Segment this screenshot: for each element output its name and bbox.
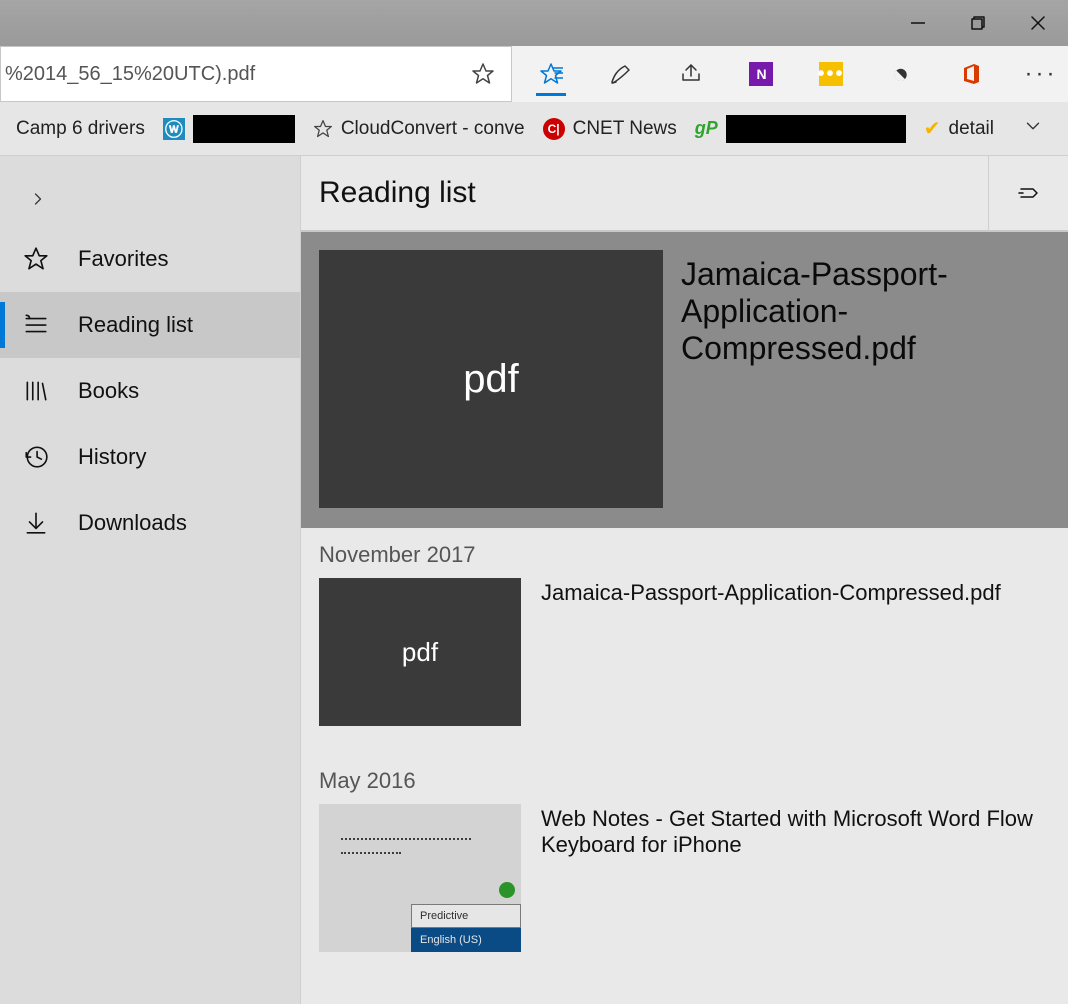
- gp-icon: gP: [695, 118, 718, 139]
- thumb-preview-text: English (US): [411, 928, 521, 952]
- hub-button[interactable]: [530, 46, 572, 102]
- star-icon: [22, 246, 50, 272]
- history-icon: [22, 444, 50, 470]
- share-button[interactable]: [670, 46, 712, 102]
- nav-label: Reading list: [78, 312, 193, 338]
- hub-nav-reading-list[interactable]: Reading list: [0, 292, 300, 358]
- featured-title: Jamaica-Passport-Application-Compressed.…: [681, 250, 1050, 510]
- pin-hub-button[interactable]: [988, 155, 1068, 231]
- bookmark-camp6[interactable]: Camp 6 drivers: [10, 114, 151, 144]
- cnet-icon: C|: [543, 118, 565, 140]
- bookmark-detail[interactable]: ✔ detail: [918, 112, 1000, 145]
- reading-list-item[interactable]: pdf Jamaica-Passport-Application-Compres…: [301, 578, 1068, 754]
- books-icon: [22, 378, 50, 404]
- thumb-preview-text: Predictive: [411, 904, 521, 928]
- bookmark-cloudconvert[interactable]: CloudConvert - conve: [307, 114, 531, 144]
- reading-list-item[interactable]: Predictive English (US) Web Notes - Get …: [301, 804, 1068, 980]
- bookmark-redacted: [193, 115, 295, 143]
- hub-nav-history[interactable]: History: [0, 424, 300, 490]
- toolbar-row: %2014_56_15%20UTC).pdf N ••• ◓: [0, 46, 1068, 102]
- download-icon: [22, 510, 50, 536]
- hub-nav-downloads[interactable]: Downloads: [0, 490, 300, 556]
- reading-list-icon: [22, 312, 50, 338]
- group-date: May 2016: [301, 754, 1068, 804]
- lastpass-extension-button[interactable]: •••: [810, 46, 852, 102]
- titlebar: [0, 0, 1068, 46]
- ublock-icon: ◓: [884, 57, 919, 92]
- wordpress-icon: ⓦ: [163, 118, 185, 140]
- norton-icon: ✔: [924, 116, 941, 141]
- hub-nav-favorites[interactable]: Favorites: [0, 226, 300, 292]
- collapse-hub-button[interactable]: [0, 172, 300, 226]
- reading-list-featured-item[interactable]: pdf Jamaica-Passport-Application-Compres…: [301, 232, 1068, 528]
- toolbar-buttons: N ••• ◓ ···: [512, 46, 1068, 102]
- nav-label: History: [78, 444, 146, 470]
- reading-list-pane: Reading list pdf Jamaica-Passport-Applic…: [300, 156, 1068, 1004]
- bookmark-wordpress[interactable]: ⓦ: [157, 111, 301, 147]
- window-restore-button[interactable]: [948, 0, 1008, 46]
- window-minimize-button[interactable]: [888, 0, 948, 46]
- hub-nav-books[interactable]: Books: [0, 358, 300, 424]
- item-thumbnail: pdf: [319, 578, 521, 726]
- nav-label: Downloads: [78, 510, 187, 536]
- address-bar[interactable]: %2014_56_15%20UTC).pdf: [0, 46, 512, 102]
- bookmark-label: CNET News: [573, 118, 677, 140]
- bookmark-cnet[interactable]: C| CNET News: [537, 114, 683, 144]
- bookmark-gp[interactable]: gP: [689, 111, 912, 147]
- item-title: Jamaica-Passport-Application-Compressed.…: [541, 578, 1050, 726]
- office-icon: [959, 62, 983, 86]
- panel-title: Reading list: [319, 176, 988, 210]
- ublock-extension-button[interactable]: ◓: [880, 46, 922, 102]
- hub-panel: Favorites Reading list Books History: [0, 156, 1068, 1004]
- star-icon: [313, 119, 333, 139]
- reading-list-header: Reading list: [301, 156, 1068, 232]
- window-root: %2014_56_15%20UTC).pdf N ••• ◓: [0, 0, 1068, 1004]
- onenote-icon: N: [749, 62, 773, 86]
- more-button[interactable]: ···: [1020, 46, 1062, 102]
- web-note-button[interactable]: [600, 46, 642, 102]
- hub-sidebar: Favorites Reading list Books History: [0, 156, 300, 1004]
- bookmark-label: Camp 6 drivers: [16, 118, 145, 140]
- bookmark-redacted: [726, 115, 906, 143]
- nav-label: Favorites: [78, 246, 168, 272]
- lastpass-icon: •••: [819, 62, 843, 86]
- item-thumbnail: Predictive English (US): [319, 804, 521, 952]
- bookmarks-overflow-button[interactable]: [1022, 115, 1058, 142]
- address-bar-text: %2014_56_15%20UTC).pdf: [1, 63, 463, 86]
- window-close-button[interactable]: [1008, 0, 1068, 46]
- more-icon: ···: [1025, 60, 1058, 88]
- group-date: November 2017: [301, 528, 1068, 578]
- nav-label: Books: [78, 378, 139, 404]
- onenote-extension-button[interactable]: N: [740, 46, 782, 102]
- bookmark-label: detail: [949, 118, 994, 140]
- item-title: Web Notes - Get Started with Microsoft W…: [541, 804, 1050, 952]
- bookmark-label: CloudConvert - conve: [341, 118, 525, 140]
- bookmarks-bar: Camp 6 drivers ⓦ CloudConvert - conve C|…: [0, 102, 1068, 156]
- featured-thumbnail: pdf: [319, 250, 663, 508]
- office-extension-button[interactable]: [950, 46, 992, 102]
- add-favorite-button[interactable]: [463, 62, 503, 86]
